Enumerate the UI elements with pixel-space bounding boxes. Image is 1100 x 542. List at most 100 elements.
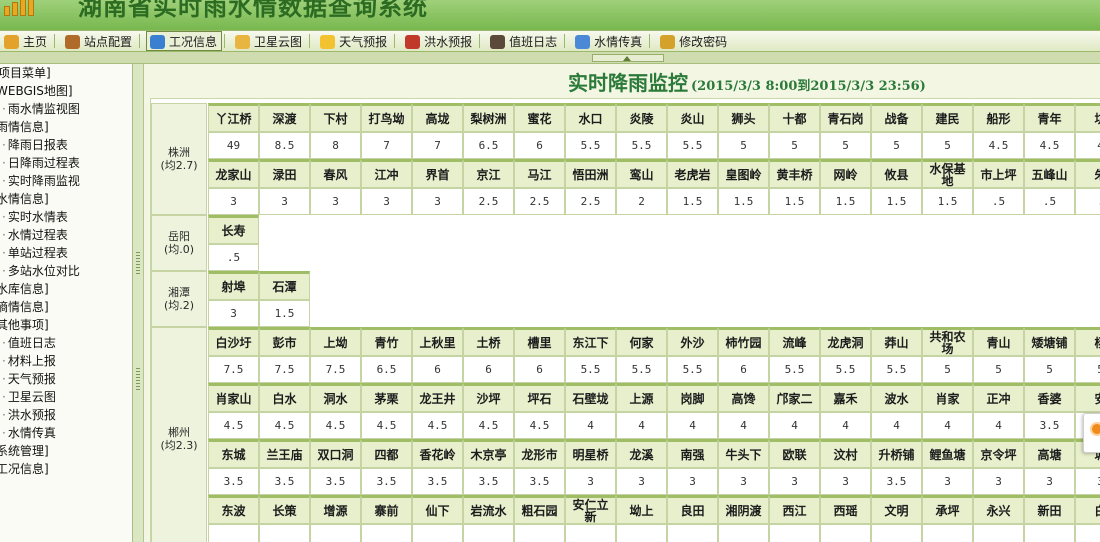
nav-item[interactable]: 修改密码 bbox=[656, 31, 732, 51]
sidebar-item[interactable]: 水情传真 bbox=[0, 424, 132, 442]
station-name[interactable]: 青山 bbox=[973, 327, 1024, 356]
sidebar-group[interactable]: 系统管理] bbox=[0, 442, 132, 460]
sidebar-group[interactable]: 工况信息] bbox=[0, 460, 132, 478]
station-name[interactable]: 老虎岩 bbox=[667, 159, 718, 188]
station-name[interactable]: 市上坪 bbox=[973, 159, 1024, 188]
station-name[interactable]: 狮头 bbox=[718, 103, 769, 132]
station-name[interactable]: 邝家二 bbox=[769, 383, 820, 412]
station-name[interactable]: 仙下 bbox=[412, 495, 463, 524]
station-name[interactable]: 兰王庙 bbox=[259, 439, 310, 468]
station-name[interactable]: 春风 bbox=[310, 159, 361, 188]
station-name[interactable]: 皇图岭 bbox=[718, 159, 769, 188]
station-name[interactable]: 嘉禾 bbox=[820, 383, 871, 412]
sidebar-item[interactable]: 卫星云图 bbox=[0, 388, 132, 406]
sidebar-item[interactable]: 实时降雨监视 bbox=[0, 172, 132, 190]
station-name[interactable]: 江冲 bbox=[361, 159, 412, 188]
station-name[interactable]: 莽山 bbox=[871, 327, 922, 356]
station-name[interactable]: 鲤鱼塘 bbox=[922, 439, 973, 468]
station-name[interactable]: 青竹 bbox=[361, 327, 412, 356]
station-name[interactable]: 西江 bbox=[769, 495, 820, 524]
station-name[interactable]: 双口洞 bbox=[310, 439, 361, 468]
station-name[interactable]: 高塘 bbox=[1024, 439, 1075, 468]
station-name[interactable]: 炎陵 bbox=[616, 103, 667, 132]
station-name[interactable]: 杨 bbox=[1075, 327, 1100, 356]
station-name[interactable]: 深渡 bbox=[259, 103, 310, 132]
sidebar-group[interactable]: 水库信息] bbox=[0, 280, 132, 298]
station-name[interactable]: 香婆 bbox=[1024, 383, 1075, 412]
nav-item[interactable]: 站点配置 bbox=[61, 31, 137, 51]
station-name[interactable]: 新田 bbox=[1024, 495, 1075, 524]
station-name[interactable]: 矮塘铺 bbox=[1024, 327, 1075, 356]
station-name[interactable]: 船形 bbox=[973, 103, 1024, 132]
station-name[interactable]: 岗脚 bbox=[667, 383, 718, 412]
sidebar-splitter[interactable] bbox=[133, 64, 144, 542]
station-name[interactable]: 文明 bbox=[871, 495, 922, 524]
sidebar-item[interactable]: 日降雨过程表 bbox=[0, 154, 132, 172]
station-name[interactable]: 上坳 bbox=[310, 327, 361, 356]
station-name[interactable]: 石潭 bbox=[259, 271, 310, 300]
nav-item[interactable]: 天气预报 bbox=[316, 31, 392, 51]
station-name[interactable]: 洞水 bbox=[310, 383, 361, 412]
station-name[interactable]: 土桥 bbox=[463, 327, 514, 356]
station-name[interactable]: 永兴 bbox=[973, 495, 1024, 524]
station-name[interactable]: 梨树洲 bbox=[463, 103, 514, 132]
station-name[interactable]: 升桥铺 bbox=[871, 439, 922, 468]
collapse-toggle-button[interactable] bbox=[592, 54, 664, 62]
station-name[interactable]: 石壁垅 bbox=[565, 383, 616, 412]
sidebar-item[interactable]: 雨水情监视图 bbox=[0, 100, 132, 118]
station-name[interactable]: 茅栗 bbox=[361, 383, 412, 412]
station-name[interactable]: 建民 bbox=[922, 103, 973, 132]
station-name[interactable]: 五峰山 bbox=[1024, 159, 1075, 188]
station-name[interactable]: 坳上 bbox=[616, 495, 667, 524]
station-name[interactable]: 四都 bbox=[361, 439, 412, 468]
station-name[interactable]: 高垅 bbox=[412, 103, 463, 132]
station-name[interactable]: 水口 bbox=[565, 103, 616, 132]
station-name[interactable]: 丫江桥 bbox=[208, 103, 259, 132]
station-name[interactable]: 界首 bbox=[412, 159, 463, 188]
station-name[interactable]: 柿竹园 bbox=[718, 327, 769, 356]
station-name[interactable]: 坑 bbox=[1075, 103, 1100, 132]
nav-item[interactable]: 卫星云图 bbox=[231, 31, 307, 51]
sidebar-group[interactable]: 雨情信息] bbox=[0, 118, 132, 136]
station-name[interactable]: 坪石 bbox=[514, 383, 565, 412]
station-name[interactable]: 龙形市 bbox=[514, 439, 565, 468]
station-name[interactable]: 东波 bbox=[208, 495, 259, 524]
station-name[interactable]: 龙家山 bbox=[208, 159, 259, 188]
station-name[interactable]: 沙坪 bbox=[463, 383, 514, 412]
station-name[interactable]: 彭市 bbox=[259, 327, 310, 356]
station-name[interactable]: 网岭 bbox=[820, 159, 871, 188]
nav-item[interactable]: 工况信息 bbox=[146, 31, 223, 51]
station-name[interactable]: 欧联 bbox=[769, 439, 820, 468]
nav-item[interactable]: 水情传真 bbox=[571, 31, 647, 51]
sidebar-group[interactable]: 项目菜单] bbox=[0, 64, 132, 82]
sidebar-item[interactable]: 洪水预报 bbox=[0, 406, 132, 424]
sidebar-item[interactable]: 实时水情表 bbox=[0, 208, 132, 226]
sidebar-item[interactable]: 单站过程表 bbox=[0, 244, 132, 262]
station-name[interactable]: 射埠 bbox=[208, 271, 259, 300]
station-name[interactable]: 流峰 bbox=[769, 327, 820, 356]
station-name[interactable]: 香花岭 bbox=[412, 439, 463, 468]
station-name[interactable]: 京江 bbox=[463, 159, 514, 188]
station-name[interactable]: 西瑶 bbox=[820, 495, 871, 524]
station-name[interactable]: 肖家 bbox=[922, 383, 973, 412]
station-name[interactable]: 外沙 bbox=[667, 327, 718, 356]
station-name[interactable]: 东城 bbox=[208, 439, 259, 468]
station-name[interactable]: 龙虎洞 bbox=[820, 327, 871, 356]
station-name[interactable]: 共和农场 bbox=[922, 327, 973, 356]
station-name[interactable]: 上源 bbox=[616, 383, 667, 412]
station-name[interactable]: 汶村 bbox=[820, 439, 871, 468]
sidebar-item[interactable]: 天气预报 bbox=[0, 370, 132, 388]
station-name[interactable]: 肖家山 bbox=[208, 383, 259, 412]
sidebar-item[interactable]: 值班日志 bbox=[0, 334, 132, 352]
station-name[interactable]: 青年 bbox=[1024, 103, 1075, 132]
sidebar-item[interactable]: 材料上报 bbox=[0, 352, 132, 370]
station-name[interactable]: 波水 bbox=[871, 383, 922, 412]
station-name[interactable]: 南强 bbox=[667, 439, 718, 468]
station-name[interactable]: 东江下 bbox=[565, 327, 616, 356]
station-name[interactable]: 承坪 bbox=[922, 495, 973, 524]
station-name[interactable]: 增源 bbox=[310, 495, 361, 524]
station-name[interactable]: 何家 bbox=[616, 327, 667, 356]
station-name[interactable]: 龙溪 bbox=[616, 439, 667, 468]
station-name[interactable]: 马江 bbox=[514, 159, 565, 188]
sidebar-group[interactable]: WEBGIS地图] bbox=[0, 82, 132, 100]
